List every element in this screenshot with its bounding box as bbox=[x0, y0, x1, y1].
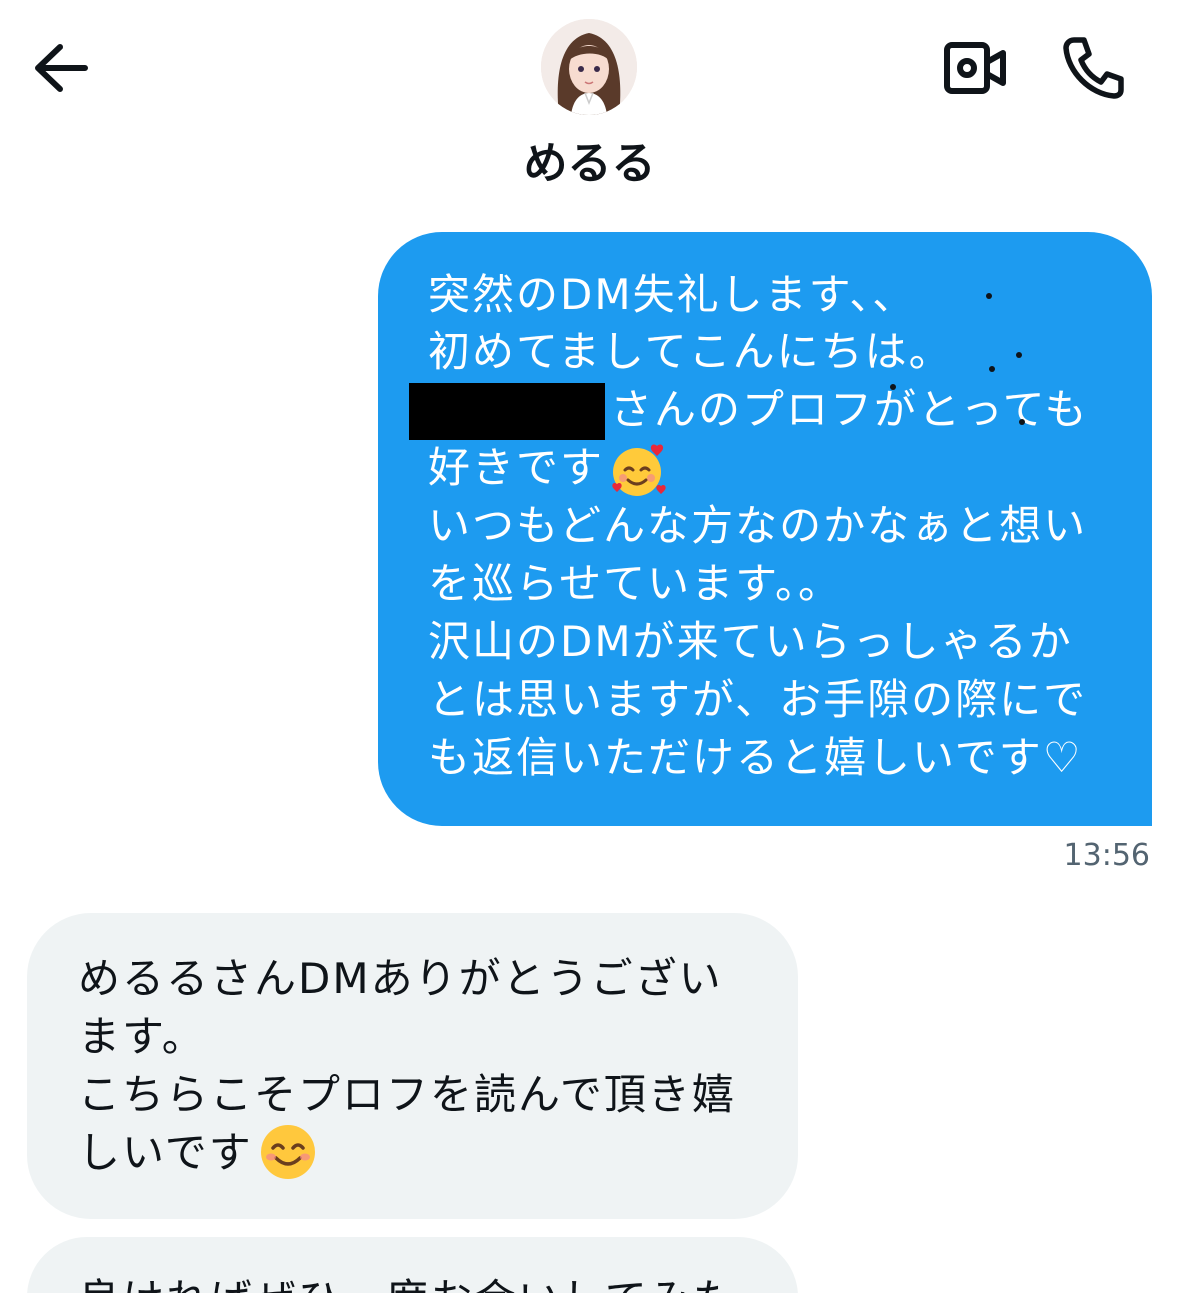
stray-dot bbox=[1016, 352, 1022, 358]
incoming-message-line-4: しいです bbox=[78, 1128, 253, 1177]
smiling-face-with-hearts-icon bbox=[612, 444, 666, 496]
voice-call-button[interactable] bbox=[1062, 34, 1126, 100]
outgoing-message-line-4: 好きです bbox=[428, 443, 605, 492]
outgoing-message-line-1: 突然のDM失礼します、、 bbox=[428, 270, 917, 319]
avatar-image bbox=[541, 19, 637, 115]
stray-dot bbox=[1019, 419, 1025, 425]
outgoing-message-line-6: を巡らせています。。 bbox=[428, 559, 842, 608]
stray-dot bbox=[890, 384, 896, 390]
outgoing-message-line-7: 沢山のDMが来ていらっしゃるか bbox=[428, 617, 1073, 666]
video-call-button[interactable] bbox=[942, 40, 1008, 96]
outgoing-message-line-3: さんのプロフがとっても bbox=[610, 385, 1089, 434]
incoming-message-line-1: 良ければぜひ一度お会いしてみた bbox=[78, 1271, 737, 1293]
video-call-icon bbox=[944, 42, 1006, 94]
contact-name[interactable]: めるる bbox=[0, 134, 1179, 194]
conversation-header: めるる bbox=[0, 0, 1179, 220]
outgoing-message-line-9: も返信いただけると嬉しいです♡ bbox=[428, 733, 1083, 782]
dm-conversation-screen: めるる 突然のDM失礼します、、 初めてましてこんにちは。 さんのプロフがとって… bbox=[0, 0, 1179, 1293]
incoming-message-line-2: ます。 bbox=[78, 1012, 206, 1061]
avatar[interactable] bbox=[541, 19, 637, 115]
incoming-message-bubble[interactable]: 良ければぜひ一度お会いしてみた bbox=[27, 1237, 798, 1293]
outgoing-message-line-5: いつもどんな方なのかなぁと想い bbox=[428, 501, 1088, 550]
incoming-message-line-1: めるるさんDMありがとうござい bbox=[78, 954, 723, 1003]
message-timestamp: 13:56 bbox=[1063, 838, 1150, 873]
arrow-left-icon bbox=[35, 44, 88, 92]
redaction-box bbox=[409, 383, 605, 440]
smiling-face-icon bbox=[261, 1125, 315, 1179]
stray-dot bbox=[986, 293, 992, 299]
phone-icon bbox=[1063, 37, 1124, 99]
outgoing-message-line-2: 初めてましてこんにちは。 bbox=[428, 327, 953, 376]
back-button[interactable] bbox=[28, 38, 94, 98]
outgoing-message-line-8: とは思いますが、お手隙の際にで bbox=[428, 675, 1088, 724]
stray-dot bbox=[989, 366, 995, 372]
incoming-message-line-3: こちらこそプロフを読んで頂き嬉 bbox=[78, 1070, 736, 1119]
